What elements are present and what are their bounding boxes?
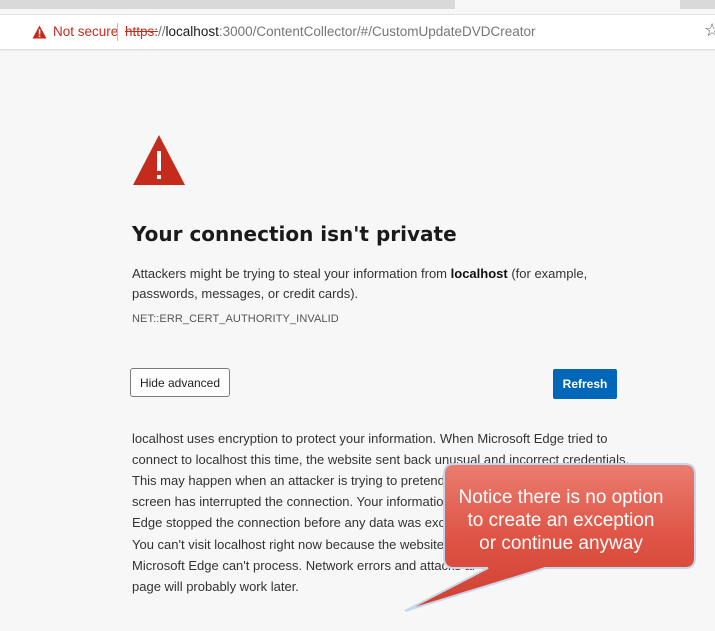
- hide-advanced-button[interactable]: Hide advanced: [130, 368, 230, 397]
- favorite-star-icon[interactable]: ☆: [704, 20, 715, 41]
- address-divider: [117, 23, 118, 41]
- callout-line: to create an exception: [467, 510, 655, 531]
- description-host: localhost: [450, 266, 508, 281]
- callout-text: Notice there is no option to create an e…: [447, 486, 675, 555]
- url-text[interactable]: https://localhost:3000/ContentCollector/…: [125, 24, 536, 39]
- page-title: Your connection isn't private: [132, 222, 457, 246]
- url-slashes: //: [158, 24, 166, 39]
- tab-edge-right[interactable]: [680, 0, 715, 9]
- url-host: localhost: [165, 24, 219, 39]
- paragraph-line: connect to localhost this time, the webs…: [132, 452, 630, 467]
- callout-line: or continue anyway: [479, 533, 643, 554]
- address-bar[interactable]: Not secure https://localhost:3000/Conten…: [0, 14, 715, 50]
- paragraph-line: localhost uses encryption to protect you…: [132, 431, 608, 446]
- security-indicator[interactable]: Not secure: [32, 24, 118, 39]
- url-path: :3000/ContentCollector/#/CustomUpdateDVD…: [218, 24, 536, 39]
- large-warning-icon: [133, 135, 185, 185]
- url-scheme: https:: [125, 24, 159, 39]
- security-label: Not secure: [53, 24, 119, 39]
- refresh-button[interactable]: Refresh: [553, 369, 617, 399]
- paragraph-line: page will probably work later.: [132, 579, 299, 594]
- tab-strip: [0, 0, 715, 12]
- paragraph-line: Microsoft Edge can't process. Network er…: [132, 558, 477, 573]
- tab-edge-left[interactable]: [0, 0, 455, 9]
- description-text-before: Attackers might be trying to steal your …: [132, 266, 451, 281]
- callout-line: Notice there is no option: [458, 487, 664, 508]
- warning-icon: [32, 25, 47, 38]
- error-code: NET::ERR_CERT_AUTHORITY_INVALID: [132, 313, 339, 325]
- error-description: Attackers might be trying to steal your …: [132, 264, 612, 304]
